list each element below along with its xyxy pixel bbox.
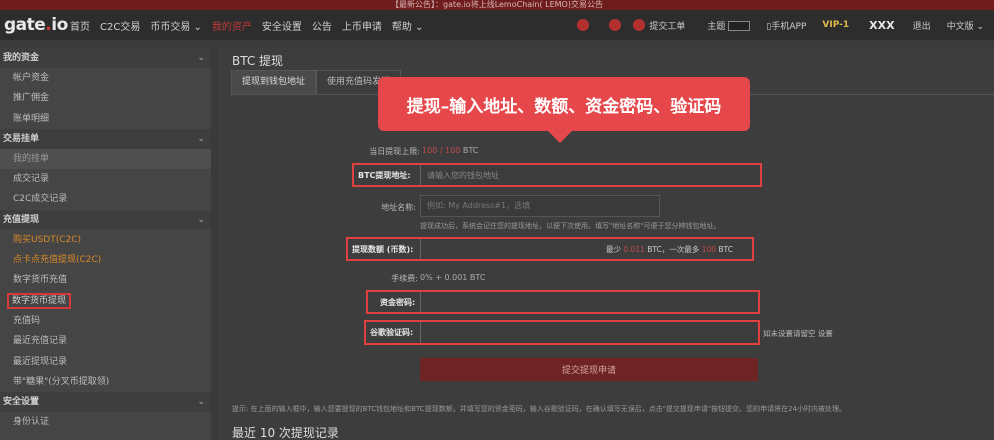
sidebar-item-crypto-withdraw-label[interactable]: 数字货币提现 xyxy=(7,292,72,309)
sidebar-item-crypto-withdraw[interactable]: 数字货币提现 xyxy=(0,291,211,311)
announcement-bar[interactable]: 【最新公告】：gate.io将上线LemoChain( LEMO)交易公告 xyxy=(0,0,994,10)
sidebar-item-recent-deposits[interactable]: 最近充值记录 xyxy=(0,331,211,351)
question-icon[interactable] xyxy=(633,19,646,31)
btc-address-label: BTC提现地址: xyxy=(358,170,411,180)
mobile-app-link[interactable]: ▯手机APP xyxy=(766,19,806,32)
sidebar-item-identity[interactable]: 身份认证 xyxy=(0,412,211,432)
amount-max: 100 xyxy=(701,244,717,254)
sidebar-item-c2c-trades[interactable]: C2C成交记录 xyxy=(0,189,211,209)
sidebar-item-deposit-code[interactable]: 充值码 xyxy=(0,311,211,331)
fee-value: 0% + 0.001 BTC xyxy=(420,273,486,282)
amount-min: 0.011 xyxy=(623,244,645,254)
weibo-icon[interactable] xyxy=(577,19,590,31)
fee-label: 手续费: xyxy=(391,274,418,283)
sidebar-item-candy[interactable]: 带"糖果"(分叉币提取领) xyxy=(0,372,211,392)
btc-address-placeholder: 请输入您的钱包地址 xyxy=(427,170,499,180)
verify-code-row: 谷歌验证码: xyxy=(364,320,760,345)
verify-code-hint[interactable]: 如未设置请留空 设置 xyxy=(763,328,833,339)
nav-my-assets[interactable]: 我的资产 xyxy=(212,18,252,33)
top-nav: gate.io 首页 C2C交易 币币交易 ⌄ 我的资产 安全设置 公告 上币申… xyxy=(0,10,994,40)
announcement-text[interactable]: 【最新公告】：gate.io将上线LemoChain( LEMO)交易公告 xyxy=(391,0,603,9)
tab-wallet-address[interactable]: 提现到钱包地址 xyxy=(231,70,317,94)
amount-input[interactable] xyxy=(420,239,602,259)
fund-password-input[interactable] xyxy=(420,292,758,312)
vip-badge: VIP-1 xyxy=(822,20,850,30)
address-name-placeholder: 例如: My Address#1，选填 xyxy=(427,201,531,210)
fund-password-label: 资金密码: xyxy=(380,297,416,307)
withdraw-tabs: 提现到钱包地址 使用充值码发送 xyxy=(231,70,402,94)
daily-limit-value: 100 / 100 BTC xyxy=(422,146,478,155)
sidebar-section-deposit-withdraw[interactable]: 充值提现 ⌄ xyxy=(0,209,211,230)
nav-right: 提交工单 主题 ▯手机APP VIP-1 XXX 退出 中文版 ⌄ xyxy=(577,10,994,40)
sidebar-item-buy-usdt[interactable]: 购买USDT(C2C) xyxy=(0,230,211,250)
amount-label: 提现数额 (币数): xyxy=(352,244,414,254)
sidebar-item-referral[interactable]: 推广佣金 xyxy=(0,88,211,108)
verify-code-input[interactable] xyxy=(420,322,758,343)
amount-hint-pre: 最少 xyxy=(606,244,621,254)
instruction-callout: 提现–输入地址、数额、资金密码、验证码 xyxy=(378,77,750,143)
nav-help[interactable]: 帮助 ⌄ xyxy=(392,18,424,33)
fund-password-row: 资金密码: xyxy=(366,290,760,314)
callout-text: 提现–输入地址、数额、资金密码、验证码 xyxy=(406,96,722,117)
sidebar-item-trades[interactable]: 成交记录 xyxy=(0,169,211,189)
sidebar-item-crypto-deposit[interactable]: 数字货币充值 xyxy=(0,270,211,290)
daily-limit-unit: BTC xyxy=(460,146,479,155)
sidebar: 我的资金 ⌄ 帐户资金 推广佣金 账单明细 交易挂单 ⌄ 我的挂单 成交记录 C2C… xyxy=(0,48,211,440)
amount-row: 提现数额 (币数): 最少 0.011 BTC，一次最多 100 BTC xyxy=(346,237,754,261)
telegram-icon[interactable] xyxy=(609,19,622,31)
sidebar-section-security[interactable]: 安全设置 ⌄ xyxy=(0,392,211,413)
submit-withdraw-button[interactable]: 提交提现申请 xyxy=(420,358,758,381)
sidebar-item-bills[interactable]: 账单明细 xyxy=(0,109,211,129)
main-panel: BTC 提现 提现到钱包地址 使用充值码发送 当日提现上限: 100 / 100… xyxy=(218,48,994,440)
amount-hint-mid: BTC，一次最多 xyxy=(647,244,700,254)
recent-withdrawals-title: 最近 10 次提现记录 xyxy=(232,426,339,440)
address-name-input[interactable]: 例如: My Address#1，选填 xyxy=(420,195,660,217)
nav-home[interactable]: 首页 xyxy=(70,18,90,33)
ticket-link[interactable]: 提交工单 xyxy=(649,19,685,32)
btc-address-row: BTC提现地址: 请输入您的钱包地址 xyxy=(352,163,762,187)
sidebar-section-funds[interactable]: 我的资金 ⌄ xyxy=(0,48,211,68)
sidebar-item-pointcard[interactable]: 点卡点充值提现(C2C) xyxy=(0,250,211,270)
verify-code-label: 谷歌验证码: xyxy=(370,328,414,337)
nav-c2c[interactable]: C2C交易 xyxy=(100,18,140,33)
user-name[interactable]: XXX xyxy=(869,19,894,32)
language-select[interactable]: 中文版 ⌄ xyxy=(947,19,984,32)
nav-announcements[interactable]: 公告 xyxy=(312,18,332,33)
daily-limit-label: 当日提现上限: xyxy=(369,147,420,156)
theme-toggle[interactable]: 主题 xyxy=(707,19,751,32)
sidebar-section-orders[interactable]: 交易挂单 ⌄ xyxy=(0,128,211,149)
nav-security[interactable]: 安全设置 xyxy=(262,18,302,33)
nav-listing[interactable]: 上币申请 xyxy=(342,18,382,33)
btc-address-input[interactable]: 请输入您的钱包地址 xyxy=(420,165,760,185)
amount-hint-post: BTC xyxy=(718,244,733,254)
sidebar-item-my-orders[interactable]: 我的挂单 xyxy=(0,148,211,170)
sidebar-item-recent-withdrawals[interactable]: 最近提现记录 xyxy=(0,352,211,372)
address-name-label: 地址名称: xyxy=(381,203,416,212)
withdraw-note: 提示: 在上面的输入框中，输入您要提现的BTC钱包地址和BTC提现数额，并填写您… xyxy=(232,405,847,413)
amount-limits-hint: 最少 0.011 BTC，一次最多 100 BTC xyxy=(606,239,733,259)
theme-switch[interactable] xyxy=(728,21,751,31)
logo[interactable]: gate.io xyxy=(0,15,70,35)
nav-trade[interactable]: 币币交易 ⌄ xyxy=(150,18,202,33)
address-name-hint: 提现成功后，系统会记住您的提现地址，以便下次使用。填写"地址名称"可便于您分辨钱… xyxy=(420,222,721,230)
daily-limit-used: 100 / 100 xyxy=(422,146,461,155)
logout-link[interactable]: 退出 xyxy=(913,19,931,32)
page-title: BTC 提现 xyxy=(232,54,284,68)
sidebar-item-account-funds[interactable]: 帐户资金 xyxy=(0,68,211,88)
theme-label: 主题 xyxy=(707,21,726,32)
